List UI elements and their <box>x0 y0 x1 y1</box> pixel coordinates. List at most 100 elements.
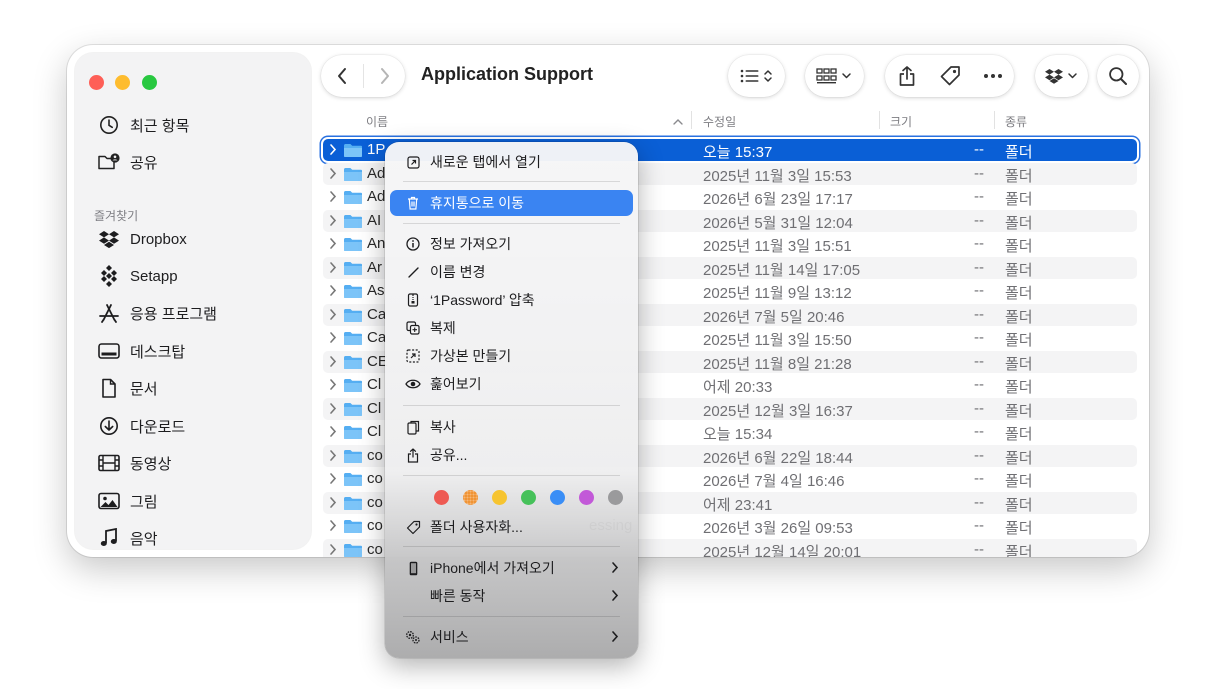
gears-icon <box>405 629 421 645</box>
archive-icon <box>405 292 421 308</box>
file-name: Ca <box>367 329 387 346</box>
sidebar-item-music[interactable]: 음악 <box>97 524 158 552</box>
menu-item-copy[interactable]: 복사 <box>390 414 633 440</box>
folder-icon <box>344 496 362 510</box>
view-options-button[interactable] <box>728 55 785 97</box>
disclosure-chevron-icon[interactable] <box>329 543 337 556</box>
minimize-window-button[interactable] <box>115 75 130 90</box>
tag-color-5[interactable] <box>550 490 565 505</box>
menu-item-share[interactable]: 공유... <box>390 442 633 468</box>
tag-button[interactable] <box>928 55 971 97</box>
search-button[interactable] <box>1097 55 1139 97</box>
copy-icon <box>405 419 421 435</box>
dropbox-button[interactable] <box>1035 55 1088 97</box>
sidebar-item-movies[interactable]: 동영상 <box>97 449 171 477</box>
duplicate-icon <box>405 320 421 336</box>
tag-color-1[interactable] <box>434 490 449 505</box>
forward-button[interactable] <box>364 55 405 97</box>
menu-item-customize-folder[interactable]: 폴더 사용자화... <box>390 514 633 540</box>
tag-color-2[interactable] <box>463 490 478 505</box>
back-button[interactable] <box>321 55 363 97</box>
file-modified-date: 오늘 15:37 <box>703 144 773 161</box>
file-size: -- <box>974 352 984 370</box>
file-modified-date: 어제 23:41 <box>703 496 773 514</box>
file-modified-date: 2025년 11월 14일 17:05 <box>703 261 861 279</box>
sidebar-item-dropbox[interactable]: Dropbox <box>97 225 187 253</box>
alias-icon <box>405 348 421 364</box>
file-modified-date: 2026년 7월 5일 20:46 <box>703 308 845 326</box>
folder-icon <box>344 426 362 439</box>
menu-item-compress[interactable]: ‘1Password’ 압축 <box>390 287 633 313</box>
disclosure-chevron-icon[interactable] <box>329 449 337 462</box>
group-button[interactable] <box>805 55 864 97</box>
file-modified-date: 2026년 6월 23일 17:17 <box>703 191 853 208</box>
menu-item-duplicate[interactable]: 복제 <box>390 315 633 341</box>
column-header-size[interactable]: 크기 <box>890 113 912 130</box>
setapp-icon <box>97 264 121 288</box>
tag-color-4[interactable] <box>521 490 536 505</box>
disclosure-chevron-icon[interactable] <box>329 331 337 344</box>
tag-color-7[interactable] <box>608 490 623 505</box>
menu-item-move-to-trash[interactable]: 휴지통으로 이동 <box>390 190 633 216</box>
disclosure-chevron-icon[interactable] <box>329 472 337 485</box>
column-header-kind[interactable]: 종류 <box>1005 113 1027 130</box>
menu-item-make-alias[interactable]: 가상본 만들기 <box>390 343 633 369</box>
sidebar-item-pictures[interactable]: 그림 <box>97 487 158 515</box>
menu-item-get-info[interactable]: 정보 가져오기 <box>390 231 633 257</box>
disclosure-chevron-icon[interactable] <box>329 496 337 509</box>
more-button[interactable] <box>971 55 1014 97</box>
sidebar-item-setapp[interactable]: Setapp <box>97 262 178 290</box>
disclosure-chevron-icon[interactable] <box>329 261 337 274</box>
menu-item-rename[interactable]: 이름 변경 <box>390 259 633 285</box>
file-modified-date: 2025년 11월 3일 15:53 <box>703 167 852 185</box>
file-name: Ca <box>367 305 387 323</box>
disclosure-chevron-icon[interactable] <box>329 167 337 180</box>
sidebar-item-desktop[interactable]: 데스크탑 <box>97 337 185 365</box>
sidebar-item-applications[interactable]: 응용 프로그램 <box>97 299 217 327</box>
zoom-window-button[interactable] <box>142 75 157 90</box>
column-header-modified[interactable]: 수정일 <box>703 113 736 130</box>
share-button[interactable] <box>885 55 928 97</box>
tag-color-3[interactable] <box>492 490 507 505</box>
file-kind: 폴더 <box>1005 473 1033 490</box>
folder-icon <box>344 144 362 157</box>
folder-icon <box>344 379 362 392</box>
menu-separator <box>403 223 620 224</box>
menu-separator <box>403 616 620 617</box>
disclosure-chevron-icon[interactable] <box>329 425 337 438</box>
disclosure-chevron-icon[interactable] <box>329 519 337 532</box>
share-icon <box>405 447 421 463</box>
disclosure-chevron-icon[interactable] <box>329 143 337 156</box>
file-kind: 폴더 <box>1005 402 1033 420</box>
music-icon <box>97 526 121 550</box>
disclosure-chevron-icon[interactable] <box>329 214 337 227</box>
disclosure-chevron-icon[interactable] <box>329 284 337 297</box>
disclosure-chevron-icon[interactable] <box>329 237 337 250</box>
menu-item-services[interactable]: 서비스 <box>390 624 633 650</box>
menu-item-open-new-tab[interactable]: 새로운 탭에서 열기 <box>390 149 633 175</box>
picture-icon <box>97 489 121 513</box>
sidebar-item-shared[interactable]: 공유 <box>97 148 158 176</box>
sidebar-item-downloads[interactable]: 다운로드 <box>97 412 185 440</box>
menu-item-import-from-iphone[interactable]: iPhone에서 가져오기 <box>390 555 633 581</box>
column-separator <box>994 111 995 129</box>
file-modified-date: 2026년 7월 4일 16:46 <box>703 473 845 490</box>
close-window-button[interactable] <box>89 75 104 90</box>
menu-item-quick-look[interactable]: 훑어보기 <box>390 371 633 397</box>
file-modified-date: 어제 20:33 <box>703 379 773 396</box>
desktop-icon <box>97 339 121 363</box>
menu-item-quick-actions[interactable]: 빠른 동작 <box>390 583 633 609</box>
sidebar-item-recent[interactable]: 최근 항목 <box>97 111 189 139</box>
file-kind: 폴더 <box>1005 214 1033 232</box>
column-header-name[interactable]: 이름 <box>366 113 388 130</box>
open-in-new-tab-icon <box>405 154 421 170</box>
sidebar-item-documents[interactable]: 문서 <box>97 374 158 402</box>
disclosure-chevron-icon[interactable] <box>329 190 337 203</box>
disclosure-chevron-icon[interactable] <box>329 378 337 391</box>
file-name: As <box>367 282 385 299</box>
tag-color-6[interactable] <box>579 490 594 505</box>
search-icon <box>1109 67 1127 85</box>
disclosure-chevron-icon[interactable] <box>329 355 337 368</box>
disclosure-chevron-icon[interactable] <box>329 308 337 321</box>
disclosure-chevron-icon[interactable] <box>329 402 337 415</box>
